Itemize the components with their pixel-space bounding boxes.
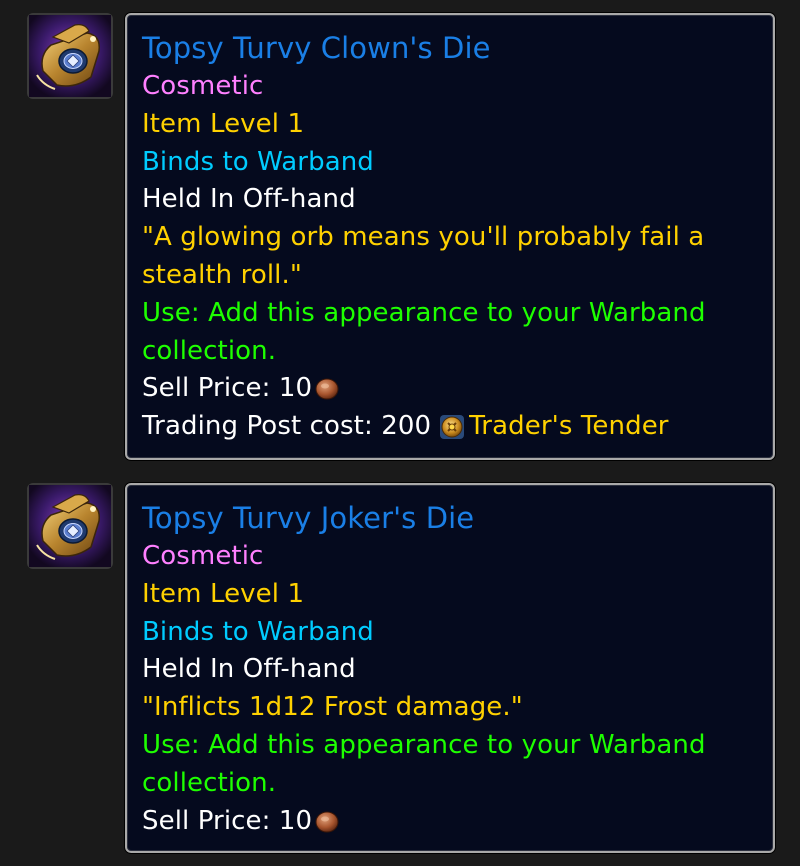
item-name: Topsy Turvy Joker's Die xyxy=(142,501,475,535)
item-level: Item Level 1 xyxy=(142,578,305,609)
item-binding: Binds to Warband xyxy=(142,616,374,647)
trading-post-cost: Trading Post cost: 200 Trader's Tender xyxy=(142,408,759,446)
item-slot: Held In Off-hand xyxy=(142,654,356,685)
item-flavor-text: "A glowing orb means you'll probably fai… xyxy=(142,222,705,290)
item-cosmetic-tag: Cosmetic xyxy=(142,71,264,101)
item-tooltip: Topsy Turvy Joker's Die Cosmetic Item Le… xyxy=(125,483,775,853)
item-level: Item Level 1 xyxy=(142,108,305,139)
sell-price: Sell Price: 10 xyxy=(142,803,759,841)
item-use-effect: Use: Add this appearance to your Warband… xyxy=(142,729,706,798)
sell-price-value: 10 xyxy=(278,805,313,836)
item-use-effect: Use: Add this appearance to your Warband… xyxy=(142,297,706,366)
trading-post-label: Trading Post cost: xyxy=(142,411,373,442)
item-name: Topsy Turvy Clown's Die xyxy=(142,31,491,65)
sell-price: Sell Price: 10 xyxy=(142,370,759,408)
copper-coin-icon xyxy=(314,810,340,834)
item-cosmetic-tag: Cosmetic xyxy=(142,541,264,571)
trading-post-value: 200 xyxy=(381,411,432,442)
dice-pouch-icon xyxy=(29,15,111,97)
trading-post-currency: Trader's Tender xyxy=(469,411,669,442)
item-tooltip: Topsy Turvy Clown's Die Cosmetic Item Le… xyxy=(125,13,775,460)
sell-price-value: 10 xyxy=(278,373,313,404)
dice-pouch-icon xyxy=(29,485,111,567)
sell-price-label: Sell Price: xyxy=(142,805,271,836)
copper-coin-icon xyxy=(314,377,340,401)
item-flavor-text: "Inflicts 1d12 Frost damage." xyxy=(142,692,523,723)
item-icon-clowns-die[interactable] xyxy=(27,13,113,99)
traders-tender-icon xyxy=(439,414,465,440)
item-icon-jokers-die[interactable] xyxy=(27,483,113,569)
sell-price-label: Sell Price: xyxy=(142,373,271,404)
item-binding: Binds to Warband xyxy=(142,146,374,177)
item-slot: Held In Off-hand xyxy=(142,184,356,215)
